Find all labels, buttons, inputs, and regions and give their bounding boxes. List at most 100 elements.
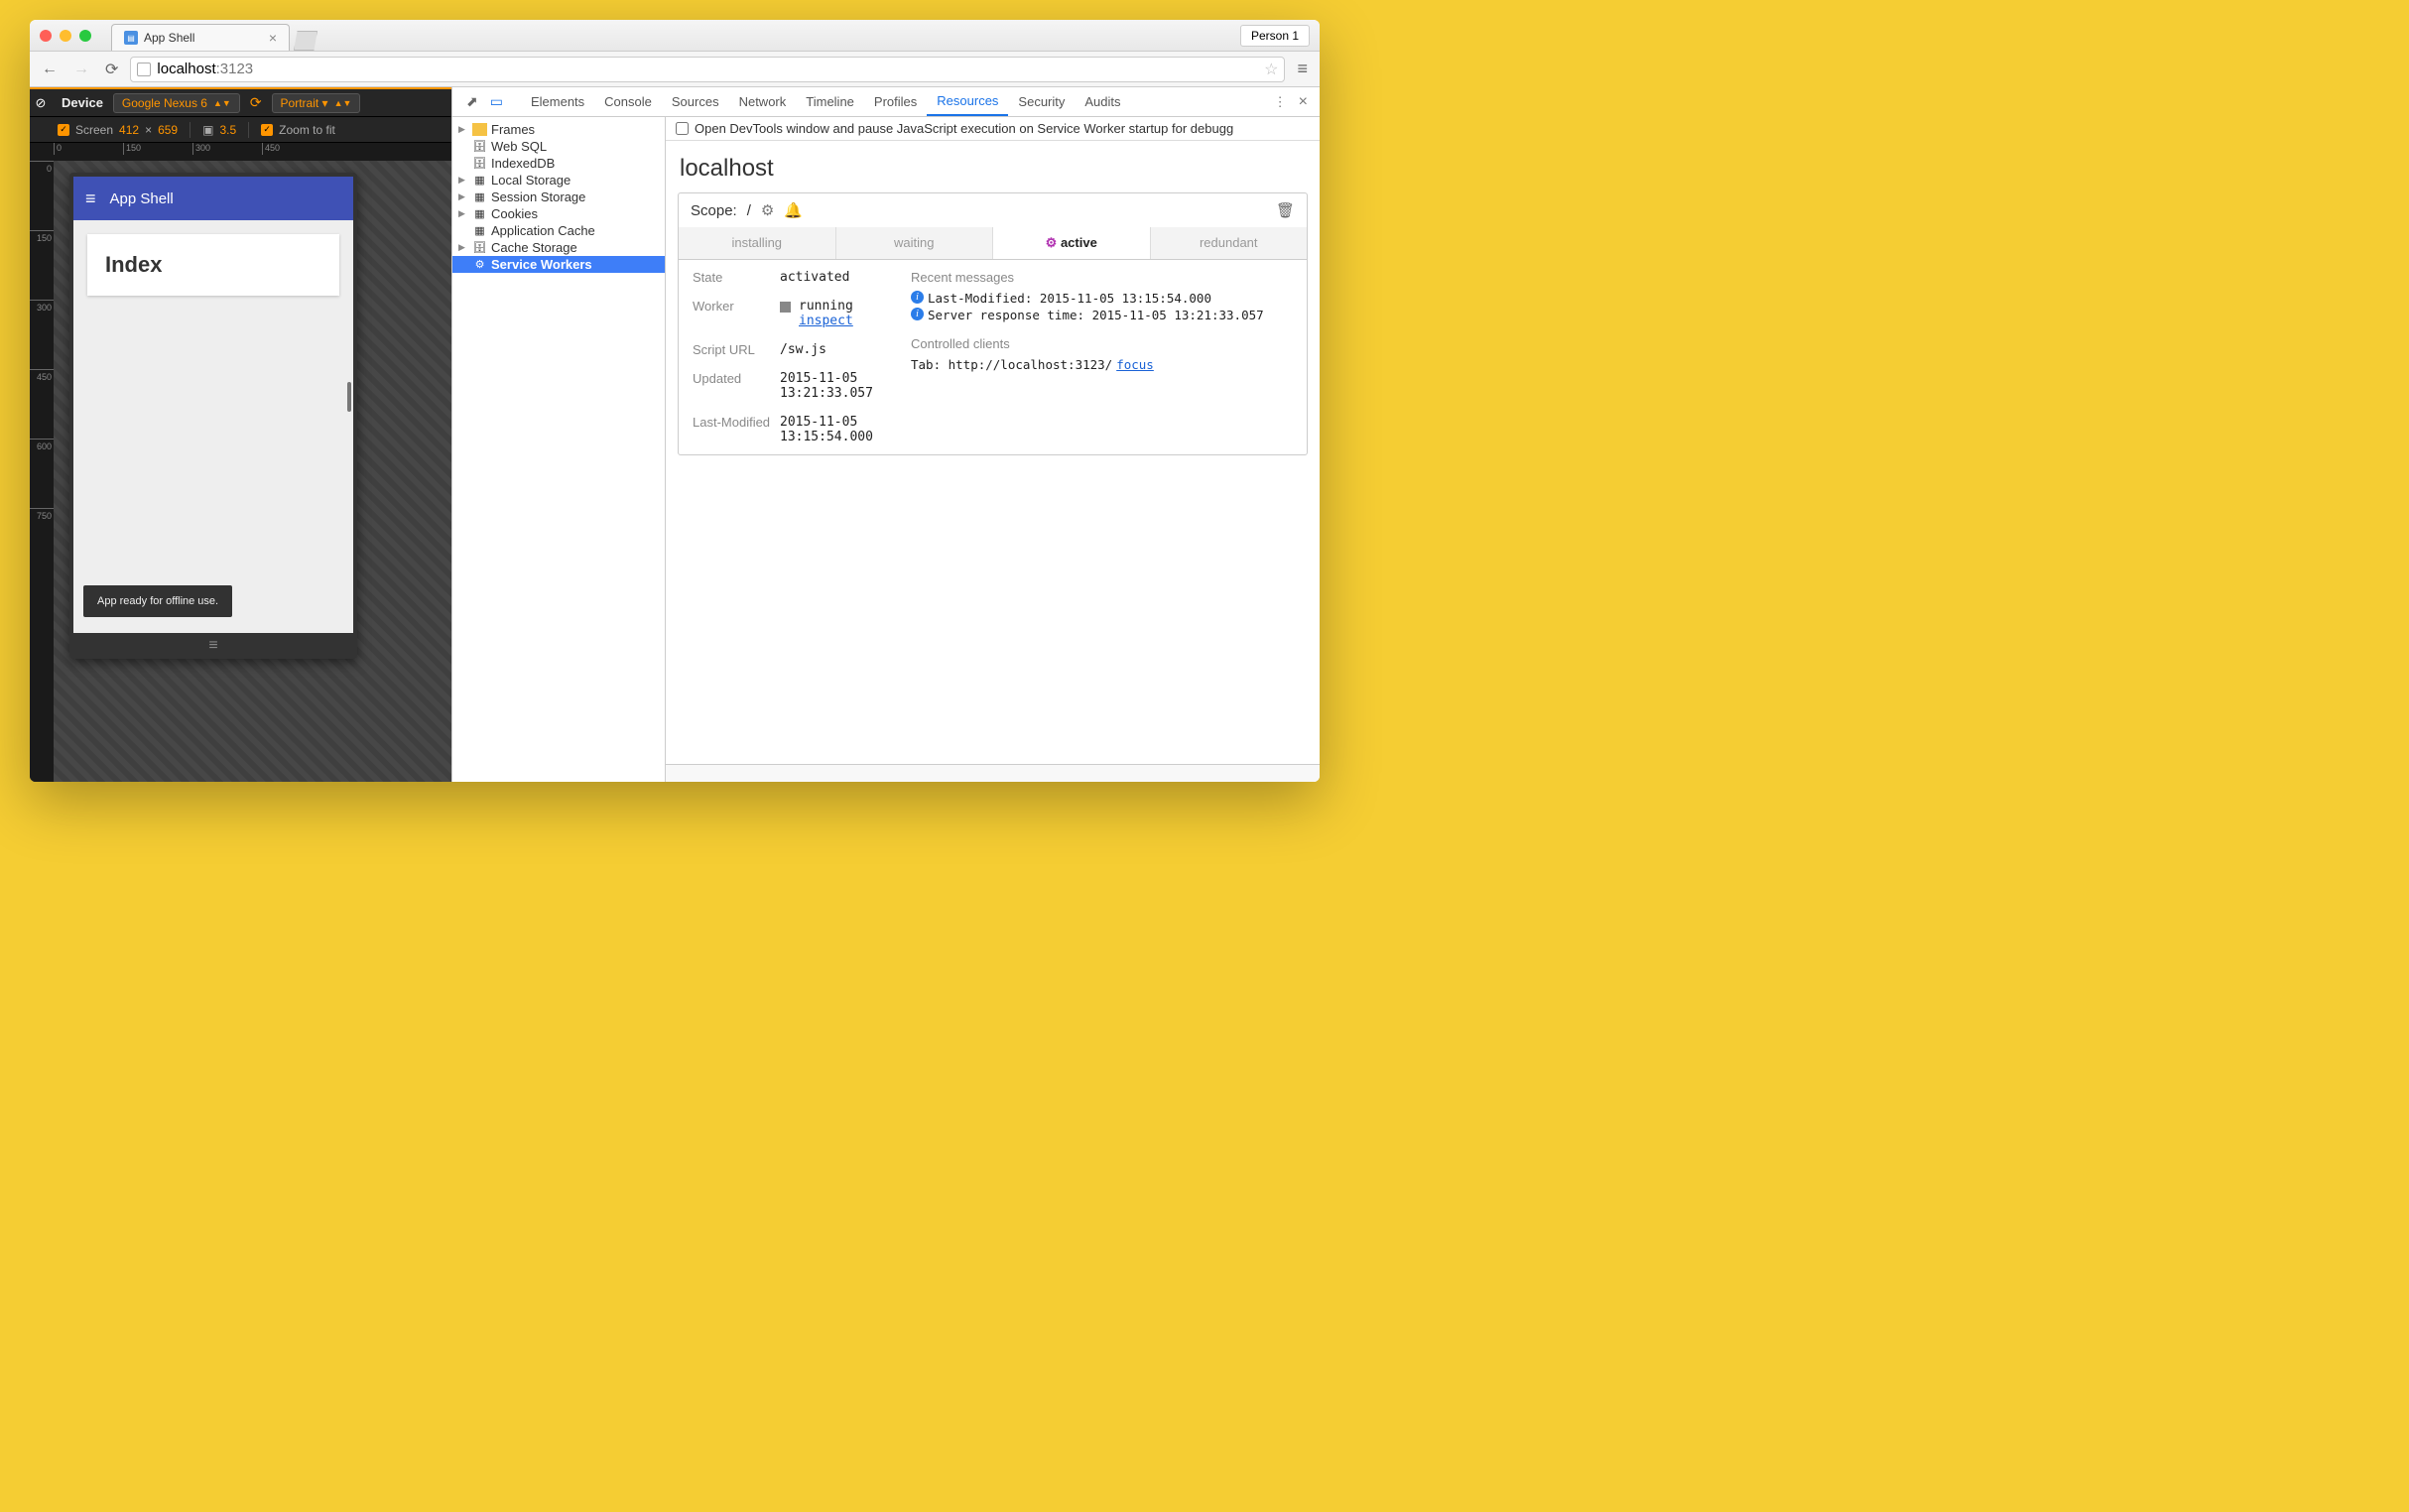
script-value: /sw.js (780, 342, 901, 357)
screen-width[interactable]: 412 (119, 123, 139, 137)
profile-button[interactable]: Person 1 (1240, 25, 1310, 47)
reload-button[interactable]: ⟳ (101, 60, 122, 79)
updated-label: Updated (693, 371, 772, 401)
sw-scope-row: Scope: / ⚙ 🔔 🗑 (679, 193, 1307, 227)
tree-item-serviceworkers[interactable]: ⚙Service Workers (452, 256, 665, 273)
tree-item-websql[interactable]: 🗄Web SQL (452, 138, 665, 155)
worker-value: running inspect (780, 299, 901, 328)
gear-icon[interactable]: ⚙ (761, 201, 774, 219)
close-tab-icon[interactable]: × (269, 30, 277, 46)
gear-icon: ⚙ (472, 258, 487, 271)
minimize-window-icon[interactable] (60, 30, 71, 42)
phone-home-bar: ≡ (73, 633, 353, 659)
tab-network[interactable]: Network (729, 88, 797, 115)
bookmark-star-icon[interactable]: ☆ (1264, 60, 1278, 79)
chrome-menu-icon[interactable]: ≡ (1293, 59, 1312, 79)
tab-security[interactable]: Security (1008, 88, 1075, 115)
tree-item-cookies[interactable]: ▶▦Cookies (452, 205, 665, 222)
tab-resources[interactable]: Resources (927, 87, 1008, 116)
scrollbar-thumb[interactable] (347, 382, 351, 412)
close-window-icon[interactable] (40, 30, 52, 42)
index-card: Index (87, 234, 339, 296)
devtools-panel: ⬈ ▭ Elements Console Sources Network Tim… (451, 87, 1320, 782)
sw-tab-active[interactable]: ⚙ active (993, 227, 1151, 259)
tree-item-cachestorage[interactable]: ▶🗄Cache Storage (452, 239, 665, 256)
tree-item-appcache[interactable]: ▦Application Cache (452, 222, 665, 239)
sw-state-tabs: installing waiting ⚙ active redundant (679, 227, 1307, 260)
app-title: App Shell (110, 190, 174, 207)
sw-host: localhost (666, 141, 1320, 192)
tab-sources[interactable]: Sources (662, 88, 729, 115)
tab-console[interactable]: Console (594, 88, 662, 115)
info-icon: i (911, 291, 924, 304)
tab-profiles[interactable]: Profiles (864, 88, 927, 115)
orientation-select[interactable]: Portrait ▾▲▼ (272, 93, 361, 113)
zoom-label: Zoom to fit (279, 123, 335, 137)
device-viewport: ↘ ❯_ 0 150 300 450 0 150 300 450 600 750 (30, 143, 451, 782)
offline-toast: App ready for offline use. (83, 585, 232, 617)
dpr-value[interactable]: 3.5 (219, 123, 236, 137)
device-emulation-panel: ⊘ Device Google Nexus 6▲▼ ⟳ Portrait ▾▲▼… (30, 87, 451, 782)
app-bar: ≡ App Shell (73, 177, 353, 220)
gear-icon: ⚙ (1046, 235, 1058, 250)
resource-detail: Open DevTools window and pause JavaScrip… (666, 117, 1320, 782)
tree-item-indexeddb[interactable]: 🗄IndexedDB (452, 155, 665, 172)
url-text: localhost:3123 (157, 61, 253, 77)
emulated-phone: ≡ App Shell Index App ready for offline … (69, 173, 357, 659)
sw-pause-checkbox[interactable] (676, 122, 689, 135)
sw-tab-installing[interactable]: installing (679, 227, 836, 259)
maximize-window-icon[interactable] (79, 30, 91, 42)
tab-timeline[interactable]: Timeline (796, 88, 864, 115)
devtools-body: ▶Frames 🗄Web SQL 🗄IndexedDB ▶▦Local Stor… (452, 117, 1320, 782)
sw-tab-waiting[interactable]: waiting (836, 227, 994, 259)
chevron-updown-icon: ▲▼ (213, 98, 231, 108)
table-icon: ▦ (472, 207, 487, 220)
screen-checkbox[interactable]: ✓ (58, 124, 69, 136)
phone-screen[interactable]: ≡ App Shell Index App ready for offline … (73, 177, 353, 633)
table-icon: ▦ (472, 190, 487, 203)
tab-elements[interactable]: Elements (521, 88, 594, 115)
device-toolbar: ⊘ Device Google Nexus 6▲▼ ⟳ Portrait ▾▲▼ (30, 87, 451, 117)
lastmod-label: Last-Modified (693, 415, 772, 444)
devtools-close-icon[interactable]: × (1295, 93, 1312, 111)
toolbar: ← → ⟳ localhost:3123 ☆ ≡ (30, 52, 1320, 87)
tree-item-localstorage[interactable]: ▶▦Local Storage (452, 172, 665, 189)
browser-tab[interactable]: ▤ App Shell × (111, 24, 290, 51)
script-label: Script URL (693, 342, 772, 357)
tab-audits[interactable]: Audits (1075, 88, 1130, 115)
trash-icon[interactable]: 🗑 (1276, 201, 1295, 219)
resources-tree: ▶Frames 🗄Web SQL 🗄IndexedDB ▶▦Local Stor… (452, 117, 666, 782)
device-label: Device (52, 95, 113, 110)
sw-detail-content: State activated Worker running inspect (679, 260, 1307, 454)
devtools-drawer-handle[interactable] (666, 764, 1320, 782)
bell-icon[interactable]: 🔔 (784, 201, 803, 219)
tree-item-frames[interactable]: ▶Frames (452, 121, 665, 138)
new-tab-button[interactable] (294, 31, 317, 51)
table-icon: ▦ (472, 224, 487, 237)
tab-title: App Shell (144, 31, 194, 45)
database-icon: 🗄 (472, 140, 487, 153)
zoom-checkbox[interactable]: ✓ (261, 124, 273, 136)
hamburger-icon[interactable]: ≡ (85, 189, 96, 209)
devtools-menu-icon[interactable]: ⋮ (1266, 94, 1295, 110)
stop-icon[interactable] (780, 302, 791, 313)
rotate-icon[interactable]: ⟳ (250, 94, 262, 111)
inspect-link[interactable]: inspect (799, 314, 853, 328)
no-entry-icon[interactable]: ⊘ (30, 95, 52, 111)
inspect-element-icon[interactable]: ⬈ (460, 93, 484, 110)
address-bar[interactable]: localhost:3123 ☆ (130, 57, 1285, 82)
device-mode-icon[interactable]: ▭ (484, 93, 509, 110)
ruler-horizontal: 0 150 300 450 (54, 143, 451, 161)
scope-label: Scope: (691, 202, 737, 219)
devtools-tabs: ⬈ ▭ Elements Console Sources Network Tim… (452, 87, 1320, 117)
screen-height[interactable]: 659 (158, 123, 178, 137)
tree-item-sessionstorage[interactable]: ▶▦Session Storage (452, 189, 665, 205)
sw-tab-redundant[interactable]: redundant (1151, 227, 1308, 259)
device-select[interactable]: Google Nexus 6▲▼ (113, 93, 240, 113)
state-value: activated (780, 270, 901, 285)
focus-link[interactable]: focus (1116, 357, 1154, 372)
favicon-icon: ▤ (124, 31, 138, 45)
back-button[interactable]: ← (38, 61, 62, 78)
worker-label: Worker (693, 299, 772, 328)
forward-button[interactable]: → (69, 61, 93, 78)
